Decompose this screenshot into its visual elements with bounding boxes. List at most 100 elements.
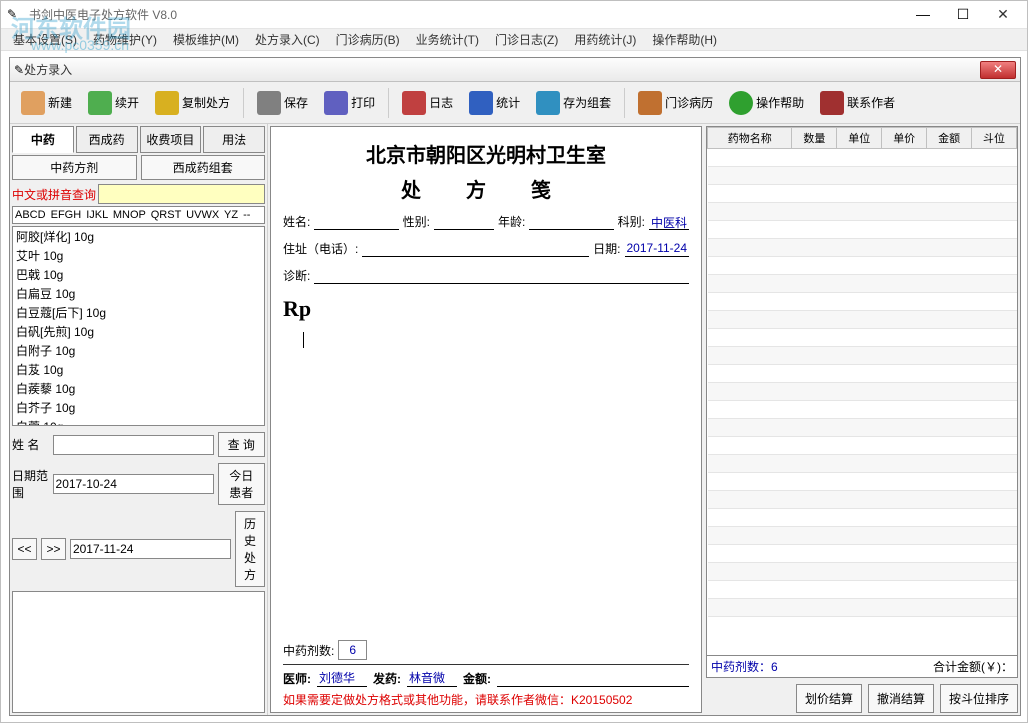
tb-print[interactable]: 打印	[317, 87, 382, 119]
table-row[interactable]	[708, 185, 1017, 203]
list-item[interactable]: 白芨 10g	[13, 360, 264, 379]
table-row[interactable]	[708, 599, 1017, 617]
btn-xicheng-set[interactable]: 西成药组套	[141, 155, 266, 180]
maximize-button[interactable]: ☐	[945, 5, 981, 25]
table-row[interactable]	[708, 383, 1017, 401]
list-item[interactable]: 白蒺藜 10g	[13, 379, 264, 398]
table-row[interactable]	[708, 149, 1017, 167]
tb-continue[interactable]: 续开	[81, 87, 146, 119]
query-button[interactable]: 查 询	[218, 432, 265, 457]
tb-new[interactable]: 新建	[14, 87, 79, 119]
tb-log[interactable]: 日志	[395, 87, 460, 119]
alpha-filter[interactable]: ABCD EFGH IJKL MNOP QRST UVWX YZ --	[12, 206, 265, 224]
sex-field[interactable]	[434, 214, 494, 230]
close-button[interactable]: ✕	[985, 5, 1021, 25]
name-input[interactable]	[53, 435, 214, 455]
table-row[interactable]	[708, 419, 1017, 437]
table-row[interactable]	[708, 473, 1017, 491]
table-row[interactable]	[708, 545, 1017, 563]
tab-usage[interactable]: 用法	[203, 126, 265, 153]
tb-records[interactable]: 门诊病历	[631, 87, 720, 119]
table-row[interactable]	[708, 527, 1017, 545]
list-item[interactable]: 白蔻 10g	[13, 417, 264, 426]
table-row[interactable]	[708, 455, 1017, 473]
tb-contact[interactable]: 联系作者	[813, 87, 902, 119]
table-row[interactable]	[708, 167, 1017, 185]
btn-zhongyao-formula[interactable]: 中药方剂	[12, 155, 137, 180]
addr-field[interactable]	[362, 241, 589, 257]
medicine-list[interactable]: 阿胶[烊化] 10g艾叶 10g巴戟 10g白扁豆 10g白豆蔻[后下] 10g…	[12, 226, 265, 426]
tb-saveset[interactable]: 存为组套	[529, 87, 618, 119]
menu-rx-entry[interactable]: 处方录入(C)	[247, 29, 328, 50]
list-item[interactable]: 白豆蔻[后下] 10g	[13, 303, 264, 322]
table-row[interactable]	[708, 491, 1017, 509]
table-row[interactable]	[708, 311, 1017, 329]
col-header[interactable]: 数量	[792, 128, 837, 149]
table-row[interactable]	[708, 239, 1017, 257]
list-item[interactable]: 白扁豆 10g	[13, 284, 264, 303]
dept-field[interactable]: 中医科	[649, 214, 689, 230]
date-field[interactable]: 2017-11-24	[625, 241, 690, 257]
table-row[interactable]	[708, 401, 1017, 419]
diag-field[interactable]	[314, 268, 689, 284]
table-row[interactable]	[708, 509, 1017, 527]
name-field[interactable]	[314, 214, 398, 230]
medicine-grid[interactable]: 药物名称数量单位单价金额斗位	[706, 126, 1018, 656]
list-item[interactable]: 白附子 10g	[13, 341, 264, 360]
menu-drug-stats[interactable]: 用药统计(J)	[566, 29, 644, 50]
age-field[interactable]	[529, 214, 613, 230]
table-row[interactable]	[708, 257, 1017, 275]
menu-log[interactable]: 门诊日志(Z)	[487, 29, 566, 50]
menu-help[interactable]: 操作帮助(H)	[644, 29, 725, 50]
col-header[interactable]: 斗位	[972, 128, 1017, 149]
list-item[interactable]: 艾叶 10g	[13, 246, 264, 265]
next-button[interactable]: >>	[41, 538, 66, 560]
settle-button[interactable]: 划价结算	[796, 684, 862, 713]
table-row[interactable]	[708, 563, 1017, 581]
table-row[interactable]	[708, 293, 1017, 311]
table-row[interactable]	[708, 275, 1017, 293]
table-row[interactable]	[708, 221, 1017, 239]
menu-settings[interactable]: 基本设置(S)	[5, 29, 85, 50]
col-header[interactable]: 单位	[837, 128, 882, 149]
cancel-settle-button[interactable]: 撤消结算	[868, 684, 934, 713]
today-patient-button[interactable]: 今日患者	[218, 463, 265, 505]
tb-copy[interactable]: 复制处方	[148, 87, 237, 119]
table-row[interactable]	[708, 329, 1017, 347]
table-row[interactable]	[708, 203, 1017, 221]
col-header[interactable]: 金额	[927, 128, 972, 149]
tb-help[interactable]: 操作帮助	[722, 87, 811, 119]
tab-xichengyao[interactable]: 西成药	[76, 126, 138, 153]
table-row[interactable]	[708, 437, 1017, 455]
rx-cursor[interactable]	[303, 332, 304, 348]
date-from-input[interactable]	[53, 474, 214, 494]
list-item[interactable]: 白芥子 10g	[13, 398, 264, 417]
tb-stats[interactable]: 统计	[462, 87, 527, 119]
history-list[interactable]	[12, 591, 265, 713]
date-to-input[interactable]	[70, 539, 231, 559]
tab-zhongyao[interactable]: 中药	[12, 126, 74, 153]
list-item[interactable]: 巴戟 10g	[13, 265, 264, 284]
history-rx-button[interactable]: 历史处方	[235, 511, 265, 587]
col-header[interactable]: 单价	[882, 128, 927, 149]
menu-records[interactable]: 门诊病历(B)	[328, 29, 408, 50]
menu-templates[interactable]: 模板维护(M)	[165, 29, 247, 50]
col-header[interactable]: 药物名称	[708, 128, 792, 149]
sort-button[interactable]: 按斗位排序	[940, 684, 1018, 713]
menu-meds[interactable]: 药物维护(Y)	[85, 29, 165, 50]
list-item[interactable]: 阿胶[烊化] 10g	[13, 227, 264, 246]
dose-value[interactable]: 6	[338, 640, 367, 660]
child-close-button[interactable]: ✕	[980, 61, 1016, 79]
table-row[interactable]	[708, 365, 1017, 383]
search-input[interactable]	[98, 184, 265, 204]
table-row[interactable]	[708, 347, 1017, 365]
menu-stats[interactable]: 业务统计(T)	[408, 29, 487, 50]
child-title: 处方录入	[24, 61, 980, 78]
prev-button[interactable]: <<	[12, 538, 37, 560]
daterange-label: 日期范围	[12, 467, 49, 501]
table-row[interactable]	[708, 581, 1017, 599]
minimize-button[interactable]: —	[905, 5, 941, 25]
tab-fees[interactable]: 收费项目	[140, 126, 202, 153]
list-item[interactable]: 白矾[先煎] 10g	[13, 322, 264, 341]
tb-save[interactable]: 保存	[250, 87, 315, 119]
